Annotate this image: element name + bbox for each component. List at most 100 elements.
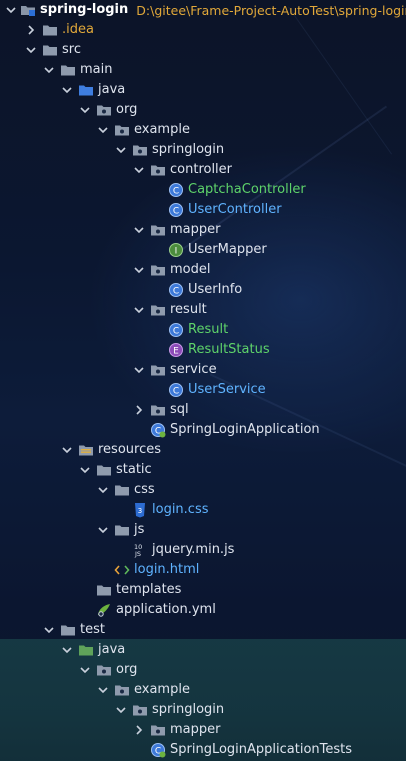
tree-item-java-main[interactable]: java xyxy=(0,80,406,100)
tree-item-user-info[interactable]: C UserInfo xyxy=(0,280,406,300)
folder-icon xyxy=(114,522,130,538)
chevron-down-icon[interactable] xyxy=(42,620,56,640)
chevron-down-icon[interactable] xyxy=(132,260,146,280)
tree-item-org[interactable]: org xyxy=(0,100,406,120)
chevron-down-icon[interactable] xyxy=(132,220,146,240)
tree-item-org-test[interactable]: org xyxy=(0,660,406,680)
tree-item-label: org xyxy=(116,102,138,117)
tree-item-label: test xyxy=(80,622,105,637)
tree-item-login-css[interactable]: 3 login.css xyxy=(0,500,406,520)
tree-item-src[interactable]: src xyxy=(0,40,406,60)
tree-item-label: UserService xyxy=(188,382,266,397)
chevron-down-icon[interactable] xyxy=(78,460,92,480)
tree-item-label: ResultStatus xyxy=(188,342,270,357)
tree-item-label: result xyxy=(170,302,207,317)
spring-boot-class-icon: C xyxy=(150,422,166,438)
tree-item-example-test[interactable]: example xyxy=(0,680,406,700)
package-icon xyxy=(132,702,148,718)
tree-item-test[interactable]: test xyxy=(0,620,406,640)
chevron-down-icon[interactable] xyxy=(114,140,128,160)
module-folder-icon xyxy=(20,2,36,18)
tree-item-js[interactable]: js xyxy=(0,520,406,540)
tree-item-sql[interactable]: sql xyxy=(0,400,406,420)
chevron-right-icon[interactable] xyxy=(24,20,38,40)
tree-item-captcha-controller[interactable]: C CaptchaController xyxy=(0,180,406,200)
chevron-down-icon[interactable] xyxy=(60,640,74,660)
tree-item-result-status[interactable]: E ResultStatus xyxy=(0,340,406,360)
tree-item-label: login.html xyxy=(134,562,200,577)
tree-item-result-class[interactable]: C Result xyxy=(0,320,406,340)
chevron-right-icon[interactable] xyxy=(132,400,146,420)
tree-item-user-mapper[interactable]: I UserMapper xyxy=(0,240,406,260)
tree-item-model[interactable]: model xyxy=(0,260,406,280)
chevron-down-icon[interactable] xyxy=(96,680,110,700)
tree-item-label: login.css xyxy=(152,502,209,517)
chevron-down-icon[interactable] xyxy=(60,80,74,100)
tree-item-static[interactable]: static xyxy=(0,460,406,480)
css-file-icon: 3 xyxy=(132,502,148,518)
class-icon: C xyxy=(168,382,184,398)
folder-icon xyxy=(60,622,76,638)
chevron-down-icon[interactable] xyxy=(96,120,110,140)
tree-item-example[interactable]: example xyxy=(0,120,406,140)
tree-item-label: templates xyxy=(116,582,182,597)
chevron-down-icon[interactable] xyxy=(96,520,110,540)
tree-item-label: UserInfo xyxy=(188,282,243,297)
tree-item-mapper[interactable]: mapper xyxy=(0,220,406,240)
tree-item-springlogin-test[interactable]: springlogin xyxy=(0,700,406,720)
tree-item-result[interactable]: result xyxy=(0,300,406,320)
package-icon xyxy=(132,142,148,158)
chevron-down-icon[interactable] xyxy=(6,0,16,20)
svg-text:C: C xyxy=(173,387,179,397)
chevron-down-icon[interactable] xyxy=(96,480,110,500)
tree-item-resources[interactable]: resources xyxy=(0,440,406,460)
tree-item-controller[interactable]: controller xyxy=(0,160,406,180)
tree-item-label: UserMapper xyxy=(188,242,267,257)
tree-item-user-controller[interactable]: C UserController xyxy=(0,200,406,220)
chevron-down-icon[interactable] xyxy=(132,160,146,180)
tree-item-label: Result xyxy=(188,322,229,337)
project-path: D:\gitee\Frame-Project-AutoTest\spring-l… xyxy=(136,2,406,18)
svg-text:I: I xyxy=(175,247,178,257)
tree-item-label: springlogin xyxy=(152,702,225,717)
tree-item-mapper-test[interactable]: mapper xyxy=(0,720,406,740)
tree-item-css[interactable]: css xyxy=(0,480,406,500)
chevron-down-icon[interactable] xyxy=(24,40,38,60)
tree-item-idea[interactable]: .idea xyxy=(0,20,406,40)
package-icon xyxy=(150,222,166,238)
package-icon xyxy=(96,102,112,118)
tree-item-label: mapper xyxy=(170,722,221,737)
class-icon: C xyxy=(168,322,184,338)
tree-item-spring-login-app[interactable]: C SpringLoginApplication xyxy=(0,420,406,440)
tree-item-main[interactable]: main xyxy=(0,60,406,80)
chevron-down-icon[interactable] xyxy=(114,700,128,720)
package-icon xyxy=(150,362,166,378)
project-root-row[interactable]: spring-login D:\gitee\Frame-Project-Auto… xyxy=(0,0,406,20)
chevron-down-icon[interactable] xyxy=(132,360,146,380)
tree-item-label: example xyxy=(134,682,190,697)
tree-item-label: controller xyxy=(170,162,233,177)
tree-item-user-service[interactable]: C UserService xyxy=(0,380,406,400)
chevron-down-icon[interactable] xyxy=(78,660,92,680)
tree-item-java-test[interactable]: java xyxy=(0,640,406,660)
package-icon xyxy=(114,682,130,698)
tree-item-templates[interactable]: templates xyxy=(0,580,406,600)
interface-icon: I xyxy=(168,242,184,258)
chevron-down-icon[interactable] xyxy=(132,300,146,320)
tree-item-application-yml[interactable]: application.yml xyxy=(0,600,406,620)
tree-item-label: UserController xyxy=(188,202,282,217)
svg-text:C: C xyxy=(173,187,179,197)
svg-text:E: E xyxy=(173,347,179,357)
tree-item-spring-login-app-tests[interactable]: C SpringLoginApplicationTests xyxy=(0,740,406,760)
tree-item-jquery[interactable]: 10 JS jquery.min.js xyxy=(0,540,406,560)
svg-text:C: C xyxy=(173,207,179,217)
tree-item-login-html[interactable]: login.html xyxy=(0,560,406,580)
package-icon xyxy=(150,402,166,418)
package-icon xyxy=(150,262,166,278)
tree-item-service[interactable]: service xyxy=(0,360,406,380)
tree-item-springlogin[interactable]: springlogin xyxy=(0,140,406,160)
chevron-right-icon[interactable] xyxy=(132,720,146,740)
chevron-down-icon[interactable] xyxy=(78,100,92,120)
chevron-down-icon[interactable] xyxy=(60,440,74,460)
chevron-down-icon[interactable] xyxy=(42,60,56,80)
